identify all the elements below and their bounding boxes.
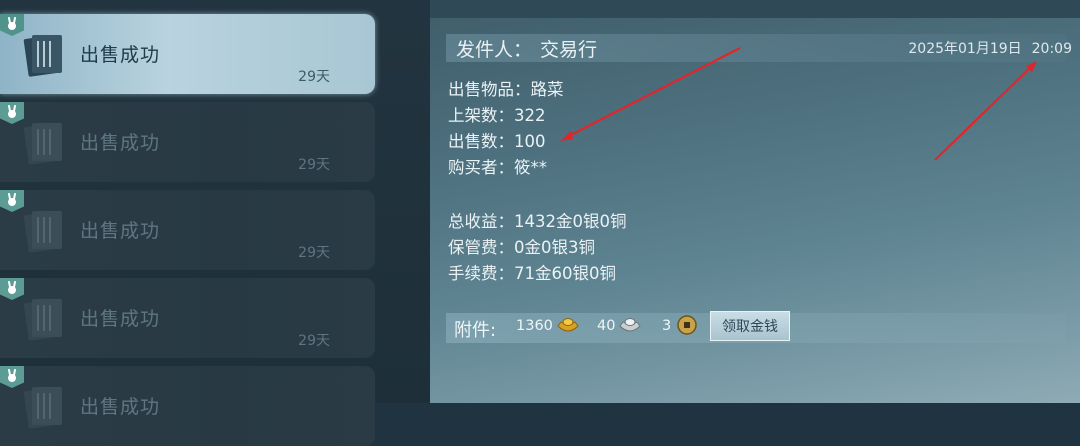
scroll-icon	[23, 35, 62, 77]
scroll-icon	[23, 211, 62, 253]
mail-datetime: 2025年01月19日 20:09	[908, 38, 1072, 58]
scroll-icon	[23, 123, 62, 165]
mail-days: 29天	[298, 333, 330, 349]
mail-title: 出售成功	[80, 132, 161, 154]
mail-time: 20:09	[1031, 41, 1072, 57]
silver-amount: 40	[597, 318, 616, 334]
top-ornament-band	[430, 0, 1080, 18]
mail-list-panel: 出售成功 29天 出售成功 29天 出售成功 29天 出售成功 29天 出售成功	[0, 0, 430, 446]
sender: 发件人： 交易行	[456, 35, 597, 62]
mail-title: 出售成功	[80, 308, 161, 330]
buyer-line: 购买者：筱**	[448, 158, 547, 177]
mail-item-1[interactable]: 出售成功 29天	[0, 102, 375, 182]
silver-ingot-icon	[619, 318, 641, 332]
sold-count-line: 出售数：100	[448, 132, 546, 151]
mail-item-0[interactable]: 出售成功 29天	[0, 14, 375, 94]
mail-title: 出售成功	[80, 220, 161, 242]
listed-count-line: 上架数：322	[448, 106, 546, 125]
mail-title: 出售成功	[80, 396, 161, 418]
mail-date: 2025年01月19日	[908, 41, 1022, 57]
sold-item-line: 出售物品：路菜	[448, 80, 564, 99]
mail-detail-panel: 发件人： 交易行 2025年01月19日 20:09 出售物品：路菜 上架数：322…	[430, 0, 1080, 403]
mail-days: 29天	[298, 69, 330, 85]
attachment-label: 附件:	[454, 320, 497, 341]
scroll-icon	[23, 387, 62, 429]
scroll-icon	[23, 299, 62, 341]
mail-item-2[interactable]: 出售成功 29天	[0, 190, 375, 270]
mail-days: 29天	[298, 245, 330, 261]
mail-item-3[interactable]: 出售成功 29天	[0, 278, 375, 358]
copper-amount: 3	[662, 318, 672, 334]
storage-fee-line: 保管费：0金0银3铜	[448, 238, 595, 257]
mail-days: 29天	[298, 157, 330, 173]
mail-title: 出售成功	[80, 44, 161, 66]
sender-name: 交易行	[540, 39, 598, 61]
handling-fee-line: 手续费：71金60银0铜	[448, 264, 616, 283]
sender-label: 发件人：	[456, 39, 533, 61]
gold-ingot-icon	[557, 318, 579, 332]
claim-money-button[interactable]: 领取金钱	[710, 311, 790, 341]
gold-amount: 1360	[516, 318, 553, 334]
copper-coin-icon	[677, 315, 697, 335]
total-income-line: 总收益：1432金0银0铜	[448, 212, 627, 231]
mail-item-4[interactable]: 出售成功	[0, 366, 375, 446]
